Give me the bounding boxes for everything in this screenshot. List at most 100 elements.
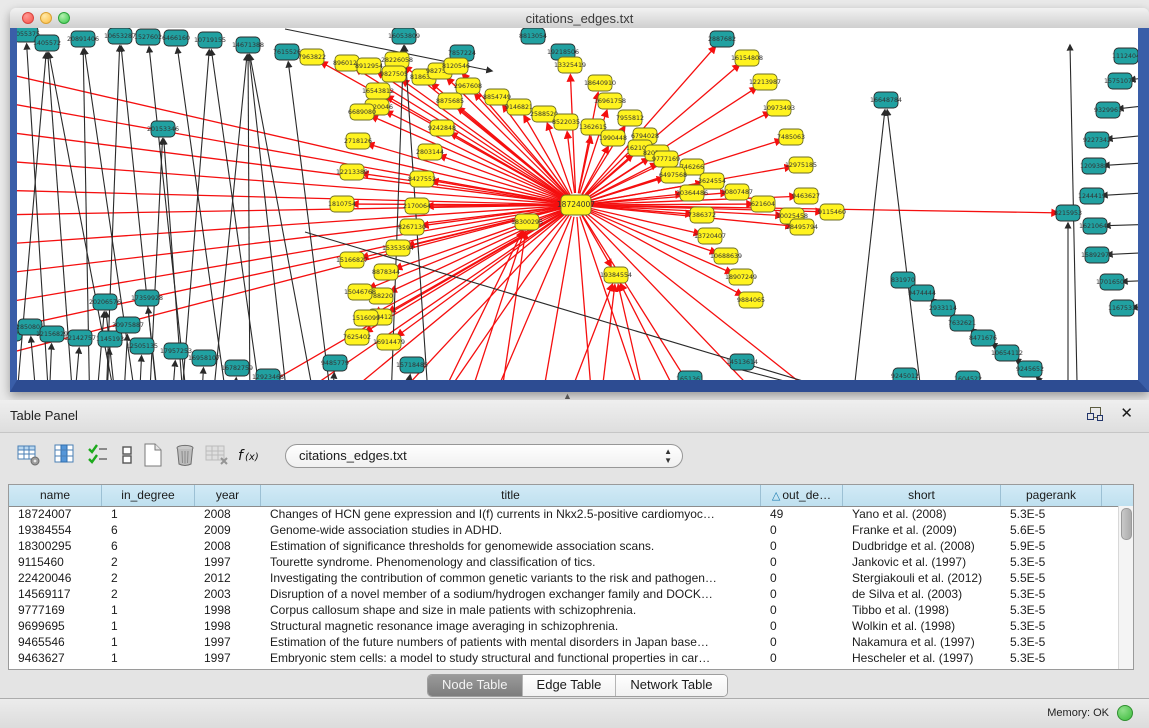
table-cell[interactable]: 2008 <box>195 538 261 554</box>
graph-node[interactable]: 16961758 <box>594 93 626 109</box>
column-header-title[interactable]: title <box>261 485 761 506</box>
table-cell[interactable]: 1 <box>102 618 195 634</box>
graph-node[interactable]: 20364486 <box>676 185 708 201</box>
graph-node[interactable]: 12213987 <box>749 74 781 90</box>
graph-node[interactable]: 12142757 <box>64 330 96 346</box>
graph-node[interactable]: 621604 <box>751 196 775 212</box>
graph-node[interactable]: 831970 <box>891 272 915 288</box>
table-cell[interactable]: Dudbridge et al. (2008) <box>843 538 1001 554</box>
graph-node[interactable]: 10807487 <box>721 184 753 200</box>
function-builder-icon[interactable]: f(x) <box>236 442 264 470</box>
table-cell[interactable]: 9465546 <box>9 634 102 650</box>
table-cell[interactable]: 6 <box>102 538 195 554</box>
table-cell[interactable]: 1 <box>102 650 195 666</box>
table-cell[interactable]: Nakamura et al. (1997) <box>843 634 1001 650</box>
table-cell[interactable]: 0 <box>761 554 843 570</box>
graph-node[interactable]: 8813054 <box>519 28 547 44</box>
column-header-pagerank[interactable]: pagerank <box>1001 485 1102 506</box>
graph-node[interactable]: 20153346 <box>147 121 179 137</box>
graph-node[interactable]: 16053809 <box>388 28 420 44</box>
table-cell[interactable]: 1998 <box>195 602 261 618</box>
graph-node[interactable]: 7632621 <box>948 315 976 331</box>
table-cell[interactable]: 1998 <box>195 618 261 634</box>
column-insert-icon[interactable] <box>52 442 80 470</box>
table-cell[interactable]: Genome-wide association studies in ADHD. <box>261 522 761 538</box>
graph-node[interactable]: 8427552 <box>408 171 436 187</box>
graph-node[interactable]: 15892971 <box>1081 247 1113 263</box>
graph-node[interactable]: 8522035 <box>552 114 580 130</box>
graph-node[interactable]: 16648784 <box>870 92 902 108</box>
table-cell[interactable]: 1 <box>102 506 195 522</box>
graph-node[interactable]: 14671388 <box>232 37 264 53</box>
table-cell[interactable]: 0 <box>761 634 843 650</box>
table-row[interactable]: 1830029562008Estimation of significance … <box>9 538 1119 554</box>
table-row[interactable]: 1872400712008Changes of HCN gene express… <box>9 506 1119 522</box>
graph-node[interactable]: 15046768 <box>344 284 376 300</box>
graph-node[interactable]: 16543812 <box>362 83 394 99</box>
table-cell[interactable]: 9115460 <box>9 554 102 570</box>
network-canvas[interactable]: 2055375140557220891406106532871527602646… <box>17 28 1138 380</box>
table-cell[interactable]: Disruption of a novel member of a sodium… <box>261 586 761 602</box>
new-table-icon[interactable] <box>140 442 168 470</box>
table-cell[interactable]: 5.3E-5 <box>1001 634 1102 650</box>
table-cell[interactable]: 0 <box>761 602 843 618</box>
table-cell[interactable]: Stergiakouli et al. (2012) <box>843 570 1001 586</box>
delete-table-icon[interactable] <box>204 442 232 470</box>
table-cell[interactable]: 2 <box>102 586 195 602</box>
table-cell[interactable]: 2 <box>102 554 195 570</box>
table-cell[interactable]: 2009 <box>195 522 261 538</box>
table-cell[interactable]: Estimation of significance thresholds fo… <box>261 538 761 554</box>
table-cell[interactable]: 5.3E-5 <box>1001 602 1102 618</box>
table-cell[interactable]: Structural magnetic resonance image aver… <box>261 618 761 634</box>
graph-node[interactable]: 13325419 <box>554 57 586 73</box>
graph-node[interactable]: 1167533 <box>1108 300 1136 316</box>
table-cell[interactable]: Changes of HCN gene expression and I(f) … <box>261 506 761 522</box>
graph-node[interactable]: 10653287 <box>104 28 136 44</box>
table-cell[interactable]: 18724007 <box>9 506 102 522</box>
scrollbar-thumb[interactable] <box>1121 508 1132 540</box>
graph-node[interactable]: 10688639 <box>710 248 742 264</box>
table-cell[interactable]: 18300295 <box>9 538 102 554</box>
graph-node[interactable]: 7386372 <box>688 207 716 223</box>
graph-node[interactable]: 12975185 <box>785 157 817 173</box>
table-cell[interactable]: 5.9E-5 <box>1001 538 1102 554</box>
table-cell[interactable]: 1 <box>102 634 195 650</box>
graph-node[interactable]: 2718126 <box>344 133 372 149</box>
graph-node[interactable]: 7625402 <box>343 329 371 345</box>
graph-node[interactable]: 18640910 <box>584 75 616 91</box>
table-cell[interactable]: 0 <box>761 586 843 602</box>
graph-node[interactable]: 1112404 <box>1112 48 1138 64</box>
graph-node[interactable]: 9463627 <box>792 188 820 204</box>
table-row[interactable]: 911546021997Tourette syndrome. Phenomeno… <box>9 554 1119 570</box>
graph-node[interactable]: 12923468 <box>252 369 284 380</box>
graph-node[interactable]: 8912954 <box>355 58 383 74</box>
graph-node[interactable]: 20891406 <box>67 31 99 47</box>
table-cell[interactable]: 5.6E-5 <box>1001 522 1102 538</box>
table-cell[interactable]: 19384554 <box>9 522 102 538</box>
graph-node[interactable]: 1244419 <box>1078 188 1106 204</box>
graph-node[interactable]: 9485779 <box>321 355 349 371</box>
table-cell[interactable]: 2 <box>102 570 195 586</box>
table-cell[interactable]: Jankovic et al. (1997) <box>843 554 1001 570</box>
close-panel-icon[interactable]: ✕ <box>1120 404 1133 422</box>
graph-node[interactable]: 28495794 <box>786 219 818 235</box>
graph-node[interactable]: 15353594 <box>382 240 414 256</box>
select-columns-icon[interactable] <box>86 442 114 470</box>
graph-node[interactable]: 9227342 <box>1083 132 1111 148</box>
graph-node[interactable]: 1405572 <box>33 35 61 51</box>
table-cell[interactable]: 49 <box>761 506 843 522</box>
graph-node[interactable]: 2933114 <box>929 300 957 316</box>
column-header-short[interactable]: short <box>843 485 1001 506</box>
graph-node[interactable]: 9884065 <box>737 292 765 308</box>
table-cell[interactable]: 2008 <box>195 506 261 522</box>
table-row[interactable]: 946554611997Estimation of the future num… <box>9 634 1119 650</box>
table-cell[interactable]: 2012 <box>195 570 261 586</box>
graph-node[interactable]: 8120546 <box>442 58 470 74</box>
table-cell[interactable]: 5.3E-5 <box>1001 506 1102 522</box>
graph-node[interactable]: 15751074 <box>1104 73 1136 89</box>
column-header-out_de[interactable]: △out_de… <box>761 485 843 506</box>
table-cell[interactable]: de Silva et al. (2003) <box>843 586 1001 602</box>
table-cell[interactable]: 0 <box>761 570 843 586</box>
graph-node[interactable]: 16782759 <box>221 360 253 376</box>
graph-node[interactable]: 8215953 <box>1054 205 1082 221</box>
